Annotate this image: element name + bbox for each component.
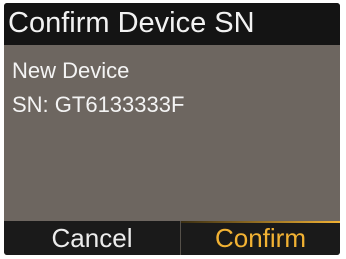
title-bar: Confirm Device SN [4,3,340,45]
device-label: New Device [12,58,130,83]
content-area: New Device SN: GT6133333F [4,45,340,221]
cancel-button[interactable]: Cancel [4,221,180,255]
device-screen: Confirm Device SN New Device SN: GT61333… [4,3,340,255]
confirm-button[interactable]: Confirm [181,221,340,255]
softkey-bar: Cancel Confirm [4,221,340,255]
serial-number: SN: GT6133333F [12,92,185,117]
screen-title: Confirm Device SN [8,7,255,39]
